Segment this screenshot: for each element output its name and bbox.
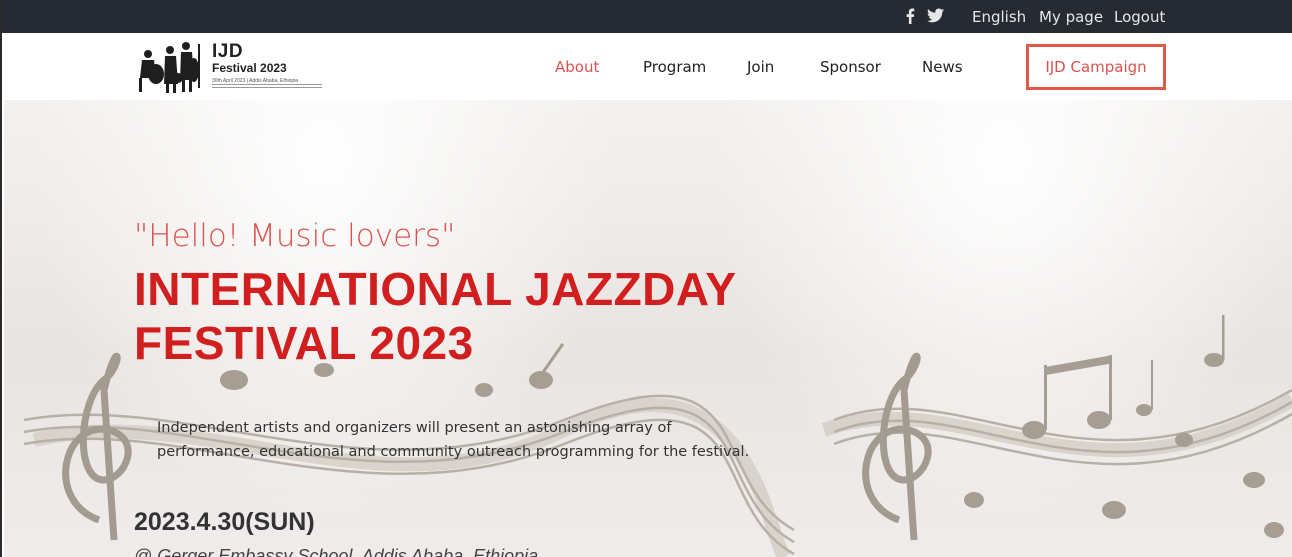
site-logo[interactable]: IJD Festival 2023 30th April 2023 | Addi… xyxy=(134,40,324,95)
nav-join[interactable]: Join xyxy=(747,58,774,76)
language-link[interactable]: English xyxy=(972,8,1026,26)
hero-banner: "Hello! Music lovers" INTERNATIONAL JAZZ… xyxy=(4,100,1292,557)
hero-description: Independent artists and organizers will … xyxy=(157,416,757,464)
hero-title-line1: INTERNATIONAL JAZZDAY xyxy=(134,263,737,315)
hero-greeting: "Hello! Music lovers" xyxy=(134,218,456,254)
hero-description-line2: performance, educational and community o… xyxy=(157,444,750,460)
jazz-band-logo-icon xyxy=(139,42,200,93)
twitter-icon[interactable] xyxy=(927,8,944,23)
social-links xyxy=(905,8,944,24)
nav-sponsor[interactable]: Sponsor xyxy=(820,58,881,76)
logo-brand: IJD xyxy=(212,41,244,62)
ijd-campaign-button[interactable]: IJD Campaign xyxy=(1026,44,1166,90)
hero-title: INTERNATIONAL JAZZDAY FESTIVAL 2023 xyxy=(134,262,737,370)
nav-about[interactable]: About xyxy=(555,58,599,76)
main-navbar: IJD Festival 2023 30th April 2023 | Addi… xyxy=(4,33,1292,100)
logo-divider xyxy=(212,84,322,88)
nav-program[interactable]: Program xyxy=(643,58,706,76)
facebook-icon[interactable] xyxy=(905,8,915,24)
nav-news[interactable]: News xyxy=(922,58,963,76)
logo-subtitle: Festival 2023 xyxy=(212,61,287,75)
hero-description-line1: Independent artists and organizers will … xyxy=(157,420,672,436)
logout-link[interactable]: Logout xyxy=(1114,8,1165,26)
hero-title-line2: FESTIVAL 2023 xyxy=(134,317,474,369)
event-date: 2023.4.30(SUN) xyxy=(134,508,315,536)
top-bar: English My page Logout xyxy=(2,0,1292,33)
my-page-link[interactable]: My page xyxy=(1039,8,1103,26)
event-venue: @ Gerger Embassy School, Addis Ababa, Et… xyxy=(134,546,539,557)
